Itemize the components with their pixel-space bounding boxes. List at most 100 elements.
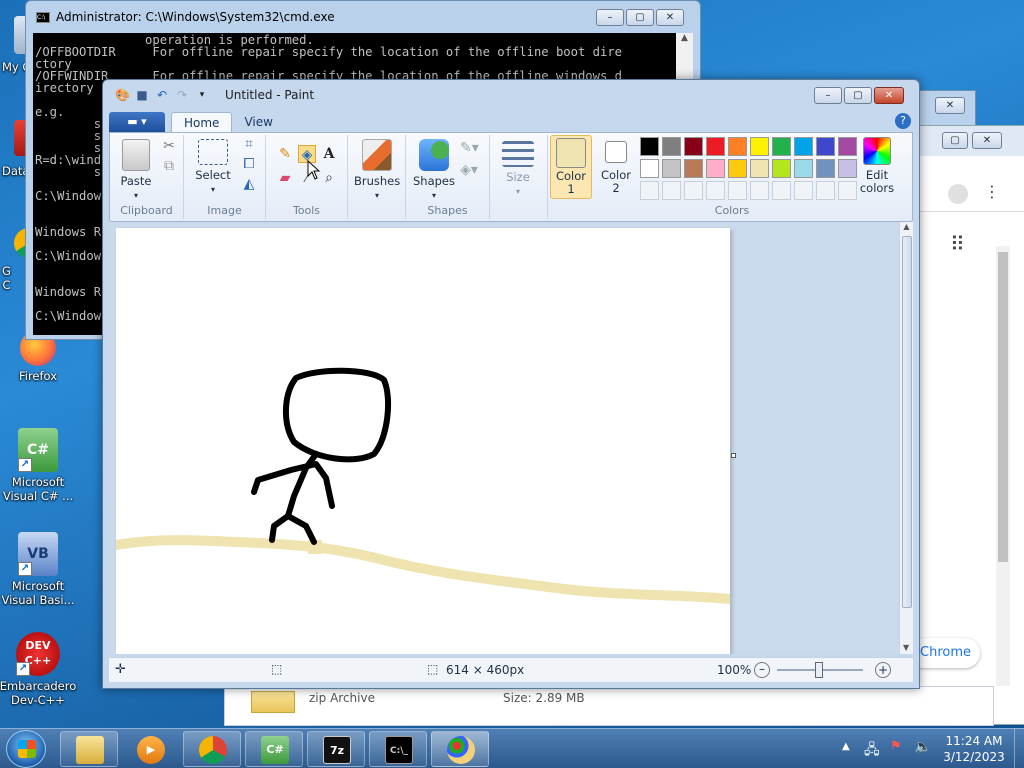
palette-swatch[interactable] xyxy=(794,137,813,156)
zoom-out-button[interactable]: – xyxy=(754,662,770,678)
chrome-window[interactable]: ▢ ✕ ⋮ ⠿ Chrome xyxy=(908,125,1024,725)
file-menu-button[interactable]: ▬ ▾ xyxy=(109,112,165,132)
tab-home[interactable]: Home xyxy=(171,112,233,132)
eraser-icon[interactable]: ▰ xyxy=(276,169,294,187)
custom-color-slot[interactable] xyxy=(684,181,703,200)
scroll-up-icon[interactable]: ▲ xyxy=(900,222,913,231)
close-icon[interactable]: ✕ xyxy=(656,9,684,26)
custom-color-slot[interactable] xyxy=(794,181,813,200)
palette-swatch[interactable] xyxy=(816,137,835,156)
rotate-icon[interactable]: ◭ xyxy=(240,175,258,193)
palette-swatch[interactable] xyxy=(794,159,813,178)
menu-dots-icon[interactable]: ⋮ xyxy=(984,182,1000,201)
show-hidden-icons[interactable]: ▲ xyxy=(842,741,850,752)
palette-swatch[interactable] xyxy=(750,137,769,156)
edit-colors-button[interactable]: Edit colors xyxy=(854,137,900,195)
crop-icon[interactable]: ⌗ xyxy=(240,135,258,153)
taskbar-paint[interactable] xyxy=(431,731,489,767)
desktop-icon-visual-csharp[interactable]: C# ↗ Microsoft Visual C# ... xyxy=(0,428,78,503)
cut-icon[interactable]: ✂ xyxy=(160,137,178,155)
close-icon[interactable]: ✕ xyxy=(972,132,1002,149)
apps-grid-icon[interactable]: ⠿ xyxy=(950,232,965,256)
clock[interactable]: 11:24 AM 3/12/2023 xyxy=(940,733,1008,765)
customize-toolbar-icon[interactable]: ▾ xyxy=(195,88,209,102)
palette-swatch[interactable] xyxy=(728,137,747,156)
undo-icon[interactable]: ↶ xyxy=(155,88,169,102)
taskbar-7zip[interactable]: 7z xyxy=(307,731,365,767)
volume-icon[interactable]: 🔈 xyxy=(914,739,931,755)
paste-button[interactable]: Paste ▾ xyxy=(116,139,156,202)
tab-view[interactable]: View xyxy=(232,112,284,132)
close-icon[interactable]: ✕ xyxy=(935,97,965,114)
taskbar-cmd[interactable]: C:\_ xyxy=(369,731,427,767)
palette-swatch[interactable] xyxy=(684,137,703,156)
palette-swatch[interactable] xyxy=(772,137,791,156)
chrome-title-bar[interactable]: ▢ ✕ xyxy=(916,126,1024,156)
save-icon[interactable]: ■ xyxy=(135,88,149,102)
canvas-resize-handle[interactable] xyxy=(731,453,736,458)
canvas-area[interactable] xyxy=(109,222,899,654)
palette-swatch[interactable] xyxy=(662,159,681,178)
close-icon[interactable]: ✕ xyxy=(874,87,904,104)
help-icon[interactable]: ? xyxy=(895,113,911,129)
pencil-icon[interactable]: ✎ xyxy=(276,145,294,163)
custom-color-slot[interactable] xyxy=(816,181,835,200)
zoom-slider-thumb[interactable] xyxy=(815,662,823,678)
network-icon[interactable]: 🖧 xyxy=(864,739,880,763)
drawing-canvas[interactable] xyxy=(111,228,735,654)
start-button[interactable] xyxy=(6,730,46,768)
palette-swatch[interactable] xyxy=(684,159,703,178)
redo-icon[interactable]: ↷ xyxy=(175,88,189,102)
custom-color-slot[interactable] xyxy=(772,181,791,200)
minimize-icon[interactable]: – xyxy=(814,87,842,104)
palette-swatch[interactable] xyxy=(772,159,791,178)
outline-icon[interactable]: ✎▾ xyxy=(460,139,479,157)
palette-swatch[interactable] xyxy=(640,159,659,178)
color2-button[interactable]: Color 2 xyxy=(596,135,636,195)
taskbar-visual-csharp[interactable]: C# xyxy=(245,731,303,767)
custom-color-slot[interactable] xyxy=(640,181,659,200)
palette-swatch[interactable] xyxy=(728,159,747,178)
custom-color-slot[interactable] xyxy=(662,181,681,200)
taskbar-media-player[interactable]: ▶ xyxy=(121,731,179,767)
zoom-slider[interactable] xyxy=(777,662,863,678)
desktop-icon-dev-cpp[interactable]: DEV C++ ↗ Embarcadero Dev-C++ xyxy=(0,632,78,707)
canvas-vertical-scrollbar[interactable]: ▲ ▼ xyxy=(899,222,913,654)
palette-swatch[interactable] xyxy=(816,159,835,178)
custom-color-slot[interactable] xyxy=(728,181,747,200)
palette-swatch[interactable] xyxy=(662,137,681,156)
taskbar-explorer[interactable] xyxy=(60,731,118,767)
paint-app-icon[interactable]: 🎨 xyxy=(115,88,130,102)
magnifier-icon[interactable]: ⌕ xyxy=(320,169,338,187)
maximize-icon[interactable]: ▢ xyxy=(626,9,654,26)
background-window-caption[interactable]: ✕ xyxy=(916,90,976,126)
maximize-icon[interactable]: ▢ xyxy=(844,87,872,104)
palette-swatch[interactable] xyxy=(706,159,725,178)
select-button[interactable]: Select ▾ xyxy=(190,139,236,196)
scroll-up-icon[interactable]: ▲ xyxy=(676,33,693,43)
taskbar-chrome[interactable] xyxy=(183,731,241,767)
profile-icon[interactable] xyxy=(948,184,968,204)
copy-icon[interactable]: ⧉ xyxy=(160,157,178,175)
palette-swatch[interactable] xyxy=(706,137,725,156)
brushes-button[interactable]: Brushes ▾ xyxy=(354,139,400,202)
show-desktop-button[interactable] xyxy=(1014,729,1024,768)
desktop-icon-visual-basic[interactable]: VB ↗ Microsoft Visual Basi... xyxy=(0,532,78,607)
paint-title-bar[interactable]: 🎨 ■ ↶ ↷ ▾ Untitled - Paint xyxy=(103,80,919,110)
palette-swatch[interactable] xyxy=(750,159,769,178)
fill-icon[interactable]: ◈▾ xyxy=(460,161,478,179)
custom-color-slot[interactable] xyxy=(750,181,769,200)
paint-window[interactable]: 🎨 ■ ↶ ↷ ▾ Untitled - Paint – ▢ ✕ ▬ ▾ Hom… xyxy=(102,79,920,689)
resize-icon[interactable]: ⧠ xyxy=(240,155,258,173)
shapes-button[interactable]: Shapes ▾ xyxy=(412,139,456,202)
action-center-icon[interactable]: ⚑ xyxy=(890,739,902,754)
zoom-in-button[interactable]: + xyxy=(875,662,891,678)
text-tool-icon[interactable]: A xyxy=(320,145,338,163)
color1-button[interactable]: Color 1 xyxy=(550,135,592,199)
chrome-scrollbar[interactable] xyxy=(996,246,1010,686)
minimize-icon[interactable]: – xyxy=(596,9,624,26)
scroll-down-icon[interactable]: ▼ xyxy=(903,643,909,652)
maximize-icon[interactable]: ▢ xyxy=(942,132,968,149)
size-button[interactable]: Size ▾ xyxy=(496,139,540,198)
custom-color-slot[interactable] xyxy=(706,181,725,200)
